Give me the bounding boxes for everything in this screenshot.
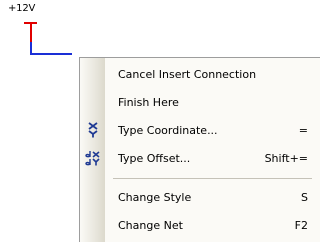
menu-item-label: Cancel Insert Connection [118,67,257,81]
menu-item-change-style[interactable]: Change Style S [80,185,320,209]
menu-item-shortcut: F2 [294,218,308,232]
menu-item-cancel-insert-connection[interactable]: Cancel Insert Connection [80,62,320,86]
menu-item-label: Finish Here [118,95,179,109]
menu-item-type-coordinate[interactable]: Type Coordinate... = [80,118,320,142]
connection-wire-horizontal [30,53,72,55]
menu-item-label: Type Offset... [118,151,191,165]
menu-item-shortcut: S [301,190,308,204]
menu-item-shortcut: = [298,123,308,137]
menu-item-label: Type Coordinate... [118,123,218,137]
menu-item-change-net[interactable]: Change Net F2 [80,213,320,237]
context-menu: Cancel Insert Connection Finish Here Typ… [79,57,320,242]
xy-coordinate-icon [84,122,101,139]
menu-item-shortcut: Shift+= [264,151,308,165]
pin-wire-vertical [30,22,32,42]
net-label: +12V [8,3,36,14]
menu-item-label: Change Net [118,218,183,232]
menu-item-finish-here[interactable]: Finish Here [80,90,320,114]
menu-item-type-offset[interactable]: Type Offset... Shift+= [80,146,320,170]
menu-separator [113,178,312,179]
menu-item-label: Change Style [118,190,192,204]
dx-dy-offset-icon [84,150,101,167]
